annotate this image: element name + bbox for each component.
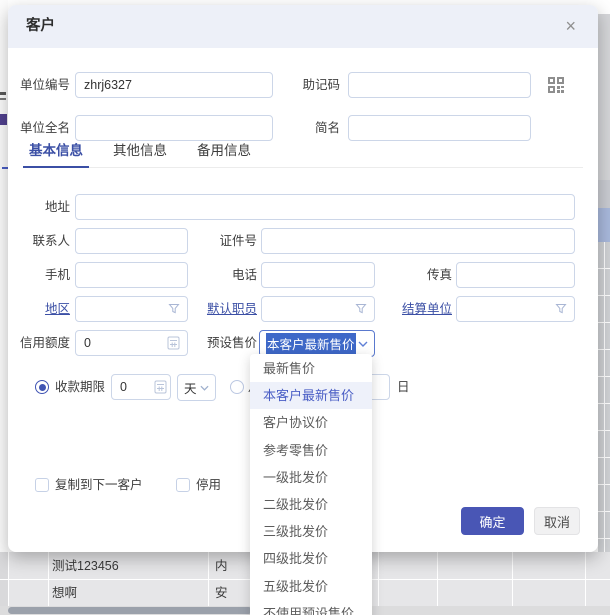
term-days-radio[interactable] [35,380,49,394]
chevron-down-icon [358,341,368,347]
tab[interactable]: 备用信息 [191,138,257,167]
price-option[interactable]: 三级批发价 [250,518,372,545]
table-row-name: 测试123456 [52,559,119,573]
day-label: 日 [397,380,410,394]
preset-price-select[interactable]: 本客户最新售价 [259,330,375,357]
phone-input[interactable] [261,262,375,288]
price-option[interactable]: 四级批发价 [250,545,372,572]
close-icon[interactable]: × [565,5,576,48]
settle-input[interactable] [456,296,575,322]
contact-input[interactable] [75,228,188,254]
disable-label: 停用 [196,478,222,492]
unit-code-label: 单位编号 [19,78,70,92]
screen: 测试123456 内 想啊 安 客户 × 单位编号 助记码 [0,0,610,615]
qrcode-icon[interactable] [547,76,565,94]
price-option[interactable]: 最新售价 [250,355,372,382]
horizontal-scrollbar-thumb[interactable] [8,607,252,614]
copy-next-checkbox[interactable] [35,478,49,492]
term-label: 收款期限 [55,380,106,394]
cancel-button[interactable]: 取消 [534,507,580,535]
unit-code-input[interactable] [75,72,273,98]
region-label: 地区 [16,296,70,322]
copy-next-label: 复制到下一客户 [55,478,143,492]
price-option[interactable]: 客户协议价 [250,409,372,436]
price-option[interactable]: 不使用预设售价 [250,600,372,615]
table-row-detail: 安 [215,586,228,600]
region-input[interactable] [75,296,188,322]
price-option[interactable]: 参考零售价 [250,437,372,464]
price-option[interactable]: 五级批发价 [250,573,372,600]
dialog-title: 客户 [26,18,55,34]
price-option[interactable]: 一级批发价 [250,464,372,491]
staff-link[interactable]: 默认职员 [207,302,257,316]
background-left-sliver [0,0,8,552]
region-link[interactable]: 地区 [45,302,70,316]
idnum-label: 证件号 [219,234,257,248]
mobile-label: 手机 [44,268,70,282]
confirm-button[interactable]: 确定 [461,507,524,535]
staff-input[interactable] [261,296,375,322]
mnemonic-label: 助记码 [302,78,340,92]
dialog-header: 客户 × [8,5,598,48]
background-table-right [598,14,610,552]
price-option[interactable]: 二级批发价 [250,491,372,518]
preset-price-value: 本客户最新售价 [266,333,356,354]
contact-label: 联系人 [32,234,70,248]
term-days-input[interactable] [111,374,171,400]
fax-input[interactable] [456,262,575,288]
phone-label: 电话 [231,268,257,282]
table-row-detail: 内 [215,559,228,573]
fax-label: 传真 [426,268,452,282]
credit-input[interactable] [75,330,188,356]
tab[interactable]: 其他信息 [107,138,173,167]
price-option[interactable]: 本客户最新售价 [250,382,372,410]
term-unit-value: 天 [184,382,197,396]
settle-link[interactable]: 结算单位 [402,302,452,316]
credit-label: 信用额度 [19,336,70,350]
preset-price-label: 预设售价 [206,336,257,350]
address-input[interactable] [75,194,575,220]
staff-label: 默认职员 [203,296,257,322]
idnum-input[interactable] [261,228,575,254]
mnemonic-input[interactable] [348,72,531,98]
tab-bar: 基本信息 其他信息 备用信息 [23,138,583,168]
settle-label: 结算单位 [398,296,452,322]
background-selected-row [598,208,610,242]
mobile-input[interactable] [75,262,188,288]
chevron-down-icon [200,385,209,391]
tab[interactable]: 基本信息 [23,138,89,168]
table-row-name: 想啊 [52,586,78,600]
term-unit-select[interactable]: 天 [177,374,216,401]
price-dropdown-menu: 最新售价 本客户最新售价 客户协议价 参考零售价 一级批发价 二级批发价 三级批… [250,354,372,615]
address-label: 地址 [44,200,70,214]
disable-checkbox[interactable] [176,478,190,492]
term-month-radio[interactable] [230,380,244,394]
